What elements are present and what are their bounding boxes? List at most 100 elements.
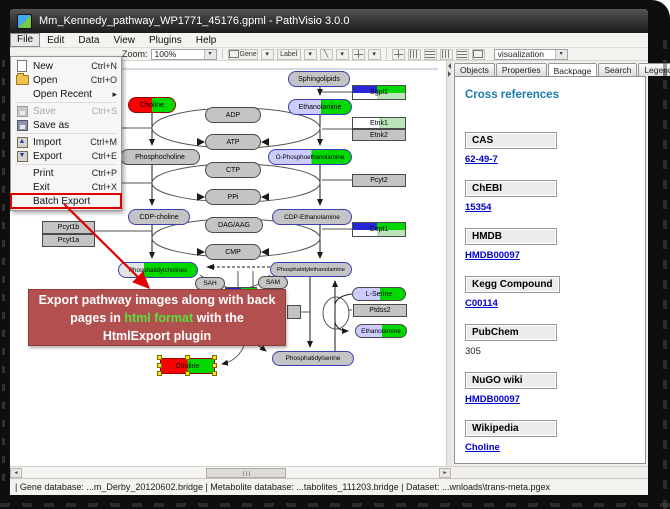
file-menu-item-export[interactable]: ▼ExportCtrl+E	[11, 149, 121, 163]
pathway-node-ppi[interactable]: PPi	[205, 189, 261, 205]
pathway-node-ethanolamine[interactable]: Ethanolamine	[355, 324, 407, 338]
scroll-right-button[interactable]: ►	[439, 468, 451, 478]
pathway-node-sgpl1[interactable]: Sgpl1	[352, 85, 406, 100]
toolbar-separator	[386, 49, 387, 59]
pathway-node-atp[interactable]: ATP	[205, 134, 261, 150]
tab-backpage[interactable]: Backpage	[548, 63, 598, 77]
pathway-node-sphingolipids[interactable]: Sphingolipids	[288, 71, 350, 87]
tab-properties[interactable]: Properties	[496, 63, 547, 76]
pathway-node-pcyt1b[interactable]: Pcyt1b	[42, 221, 95, 234]
connector-dropdown[interactable]: ▾	[368, 49, 381, 60]
stack-horizontal-button[interactable]	[424, 49, 437, 60]
selection-handle[interactable]	[185, 355, 190, 360]
connector-tool-button[interactable]	[352, 49, 365, 60]
pathway-node-adp[interactable]: ADP	[205, 107, 261, 123]
new-label-button[interactable]: Label	[277, 49, 301, 60]
tab-legend[interactable]: Legend	[638, 63, 670, 76]
app-icon	[17, 14, 32, 29]
file-menu-item-save-as[interactable]: Save as	[11, 118, 121, 132]
selection-handle[interactable]	[157, 363, 162, 368]
pathway-node-phosphatidylethanolamine[interactable]: Phosphatidylethanolamine	[270, 262, 352, 277]
pathway-node-ethanolamine[interactable]: Ethanolamine	[288, 99, 352, 115]
file-menu-item-save[interactable]: SaveCtrl+S	[11, 104, 121, 118]
xref-header-nugo-wiki: NuGO wiki	[465, 372, 557, 389]
file-menu-item-open[interactable]: OpenCtrl+O	[11, 73, 121, 87]
visualization-combobox[interactable]: visualization ▾	[494, 49, 568, 60]
line-icon: ╲	[324, 50, 328, 58]
submenu-arrow-icon: ▸	[112, 89, 117, 100]
xref-value-hmdb[interactable]: HMDB00097	[465, 250, 635, 261]
common-height-button[interactable]	[472, 49, 485, 60]
stack-columns-icon	[442, 50, 451, 58]
pathway-node-ptdss2[interactable]: Ptdss2	[353, 304, 407, 317]
export-icon: ▼	[14, 150, 30, 162]
selection-handle[interactable]	[212, 363, 217, 368]
selection-handle[interactable]	[185, 371, 190, 376]
xref-value-cas[interactable]: 62-49-7	[465, 154, 635, 165]
annotation-callout: Export pathway images along with back pa…	[28, 289, 286, 346]
xref-section-wikipedia: WikipediaCholine	[465, 418, 635, 453]
align-middle-button[interactable]	[408, 49, 421, 60]
pathway-node-hidden-node-partial[interactable]	[287, 305, 301, 319]
selection-handle[interactable]	[212, 355, 217, 360]
xref-value-nugo-wiki[interactable]: HMDB00097	[465, 394, 635, 405]
menu-data[interactable]: Data	[71, 34, 106, 47]
pathway-node-cept1[interactable]: Cept1	[352, 222, 406, 237]
file-menu-item-new[interactable]: NewCtrl+N	[11, 59, 121, 73]
file-menu-item-print[interactable]: PrintCtrl+P	[11, 166, 121, 180]
pathway-node-dag-aag[interactable]: DAG/AAG	[205, 217, 263, 233]
file-menu-item-open-recent[interactable]: Open Recent▸	[11, 87, 121, 101]
selection-handle[interactable]	[157, 355, 162, 360]
pathway-node-l-serine[interactable]: L-Serine	[352, 287, 406, 301]
horizontal-scrollbar[interactable]: ◄ ►	[10, 466, 648, 478]
xref-value-chebi[interactable]: 15354	[465, 202, 635, 213]
title-bar[interactable]: Mm_Kennedy_pathway_WP1771_45176.gpml - P…	[10, 9, 648, 33]
xref-section-pubchem: PubChem305	[465, 322, 635, 357]
line-tool-button[interactable]: ╲	[320, 49, 333, 60]
selection-handle[interactable]	[157, 371, 162, 376]
menu-plugins[interactable]: Plugins	[142, 34, 189, 47]
zoom-combobox[interactable]: 100% ▾	[151, 49, 217, 60]
pathway-node-etnk1[interactable]: Etnk1	[352, 117, 406, 129]
pathway-node-choline[interactable]: Choline	[128, 97, 176, 113]
menu-edit[interactable]: Edit	[40, 34, 71, 47]
menu-view[interactable]: View	[106, 34, 142, 47]
pathway-node-cdp-choline[interactable]: CDP-choline	[128, 209, 190, 225]
file-menu-item-batch-export[interactable]: Batch Export	[11, 194, 121, 208]
pathway-node-cmp[interactable]: CMP	[205, 244, 261, 260]
tab-search[interactable]: Search	[598, 63, 637, 76]
align-center-button[interactable]	[392, 49, 405, 60]
chevron-down-icon[interactable]: ▾	[555, 50, 567, 59]
label-dropdown[interactable]: ▾	[304, 49, 317, 60]
xref-value-kegg-compound[interactable]: C00114	[465, 298, 635, 309]
collapse-right-icon[interactable]	[448, 71, 451, 77]
line-tool-dropdown[interactable]: ▾	[336, 49, 349, 60]
pathway-node-phosphatidylserine[interactable]: Phosphatidylserine	[272, 351, 354, 366]
menu-help[interactable]: Help	[189, 34, 224, 47]
scroll-left-button[interactable]: ◄	[10, 468, 22, 478]
pathway-node-sam[interactable]: SAM	[258, 276, 288, 289]
collapse-left-icon[interactable]	[448, 63, 451, 69]
pathway-node-cdp-ethanolamine[interactable]: CDP-Ethanolamine	[272, 209, 352, 225]
pathway-node-o-phosphoethanolamine[interactable]: O-Phosphoethanolamine	[268, 149, 352, 165]
stack-vertical-button[interactable]	[440, 49, 453, 60]
xref-value-wikipedia[interactable]: Choline	[465, 442, 635, 453]
file-menu-item-exit[interactable]: ExitCtrl+X	[11, 180, 121, 194]
new-datanode-button[interactable]: Gene	[228, 49, 258, 60]
pathway-node-pcyt2[interactable]: Pcyt2	[352, 174, 406, 187]
backpage-content: Cross references CAS62-49-7ChEBI15354HMD…	[454, 76, 646, 464]
pathway-node-etnk2[interactable]: Etnk2	[352, 129, 406, 141]
chevron-down-icon[interactable]: ▾	[204, 50, 216, 59]
menu-file[interactable]: File	[10, 33, 40, 47]
new-datanode-dropdown[interactable]: ▾	[261, 49, 274, 60]
file-menu-item-import[interactable]: ▲ImportCtrl+M	[11, 135, 121, 149]
scrollbar-thumb[interactable]	[206, 468, 286, 478]
tab-objects[interactable]: Objects	[454, 63, 495, 76]
selection-handle[interactable]	[212, 371, 217, 376]
pathway-node-phosphocholine[interactable]: Phosphocholine	[120, 149, 200, 165]
file-menu: NewCtrl+NOpenCtrl+OOpen Recent▸ SaveCtrl+…	[10, 56, 122, 211]
pathway-node-phosphatidylcholines[interactable]: Phosphatidylcholines	[118, 262, 198, 278]
common-width-button[interactable]	[456, 49, 469, 60]
pathway-node-pcyt1a[interactable]: Pcyt1a	[42, 234, 95, 247]
pathway-node-ctp[interactable]: CTP	[205, 162, 261, 178]
